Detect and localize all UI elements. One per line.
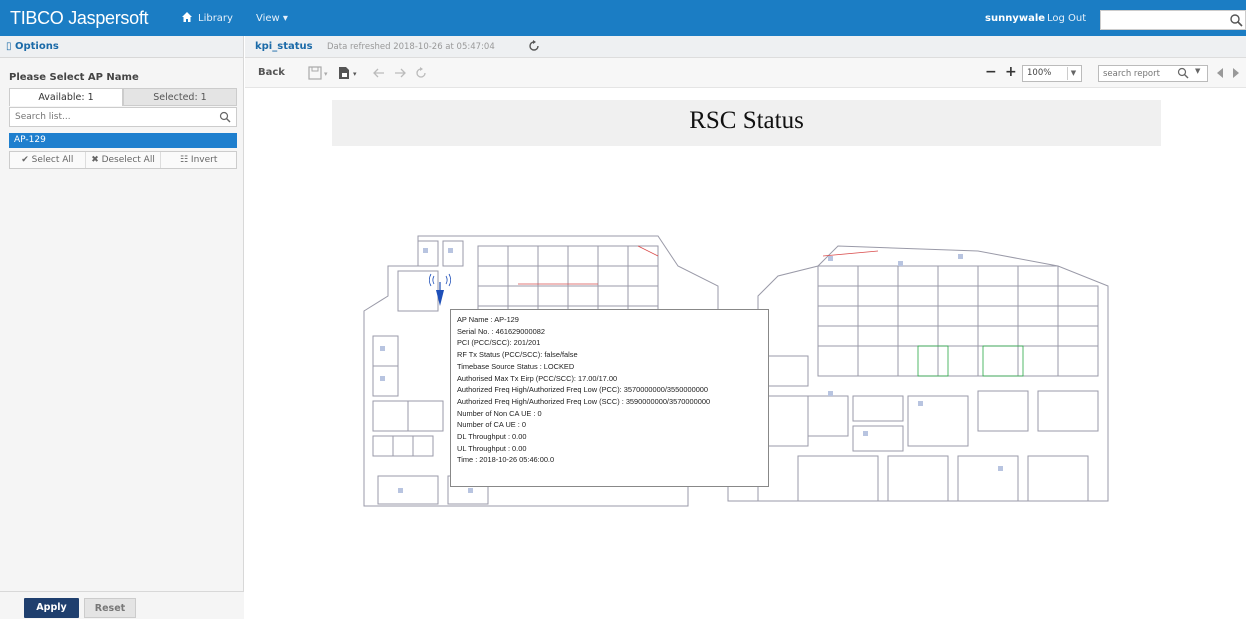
report-toolbar: Back ▾ ▾ − + 100% ▼ search report ▼ bbox=[245, 58, 1246, 88]
prev-match-icon[interactable] bbox=[1216, 68, 1224, 78]
search-list-field[interactable] bbox=[9, 107, 237, 127]
global-search-input[interactable] bbox=[1100, 10, 1246, 30]
report-viewer: kpi_status Data refreshed 2018-10-26 at … bbox=[245, 36, 1246, 619]
save-dropdown-icon[interactable]: ▾ bbox=[324, 70, 328, 78]
tab-selected[interactable]: Selected: 1 bbox=[123, 88, 237, 106]
zoom-value: 100% bbox=[1027, 68, 1052, 78]
back-button[interactable]: Back bbox=[258, 67, 285, 78]
tooltip-line: DL Throughput : 0.00 bbox=[457, 432, 527, 442]
tab-available[interactable]: Available: 1 bbox=[9, 88, 123, 106]
tooltip-line: Authorized Freq High/Authorized Freq Low… bbox=[457, 396, 711, 406]
invert-button[interactable]: ☷ Invert bbox=[161, 152, 236, 168]
search-icon[interactable] bbox=[1229, 13, 1243, 27]
report-header: kpi_status Data refreshed 2018-10-26 at … bbox=[245, 36, 1246, 58]
save-icon[interactable] bbox=[308, 66, 322, 80]
select-all-button[interactable]: ✔ Select All bbox=[10, 152, 86, 168]
tooltip-line: Number of CA UE : 0 bbox=[457, 420, 527, 430]
redo-icon[interactable] bbox=[393, 66, 407, 80]
list-actions: ✔ Select All ✖ Deselect All ☷ Invert bbox=[9, 151, 237, 169]
ap-details-tooltip: AP Name : AP-129 Serial No. : 4616290000… bbox=[450, 309, 769, 487]
tooltip-line: Timebase Source Status : LOCKED bbox=[457, 361, 575, 371]
report-title: RSC Status bbox=[332, 100, 1161, 146]
top-navigation-bar: TIBCO Jaspersoft Library View ▾ sunnywal… bbox=[0, 0, 1246, 36]
tooltip-line: Serial No. : 461629000082 bbox=[457, 326, 545, 336]
search-icon[interactable] bbox=[219, 111, 231, 123]
tooltip-line: Number of Non CA UE : 0 bbox=[457, 408, 542, 418]
user-name-link[interactable]: sunnywale bbox=[985, 13, 1045, 24]
report-search-input[interactable] bbox=[1099, 66, 1171, 82]
tooltip-line: UL Throughput : 0.00 bbox=[457, 443, 527, 453]
logout-link[interactable]: Log Out bbox=[1047, 13, 1086, 24]
apply-button[interactable]: Apply bbox=[24, 598, 79, 618]
deselect-all-button[interactable]: ✖ Deselect All bbox=[86, 152, 162, 168]
ap-name-label: Please Select AP Name bbox=[9, 72, 139, 83]
undo-icon[interactable] bbox=[372, 66, 386, 80]
zoom-out-button[interactable]: − bbox=[985, 64, 997, 80]
refresh-status: Data refreshed 2018-10-26 at 05:47:04 bbox=[327, 42, 495, 52]
nav-view-menu[interactable]: View ▾ bbox=[256, 13, 288, 24]
export-dropdown-icon[interactable]: ▾ bbox=[353, 70, 357, 78]
tooltip-line: Authorized Freq High/Authorized Freq Low… bbox=[457, 385, 709, 395]
jaspersoft-logo[interactable]: TIBCO Jaspersoft bbox=[10, 8, 149, 29]
reset-view-icon[interactable] bbox=[414, 66, 428, 80]
report-name: kpi_status bbox=[255, 41, 313, 52]
zoom-select[interactable]: 100% ▼ bbox=[1022, 65, 1082, 82]
tooltip-line: Time : 2018-10-26 05:46:00.0 bbox=[457, 455, 555, 465]
tooltip-line: PCI (PCC/SCC): 201/201 bbox=[457, 338, 541, 348]
list-tabs: Available: 1 Selected: 1 bbox=[9, 88, 237, 106]
report-search-field[interactable]: ▼ bbox=[1098, 65, 1208, 82]
search-icon[interactable] bbox=[1177, 67, 1189, 79]
next-match-icon[interactable] bbox=[1232, 68, 1240, 78]
tooltip-line: Authorised Max Tx Eirp (PCC/SCC): 17.00/… bbox=[457, 373, 618, 383]
options-panel: ▯ Options Please Select AP Name Availabl… bbox=[0, 36, 244, 619]
export-icon[interactable] bbox=[337, 66, 351, 80]
zoom-in-button[interactable]: + bbox=[1005, 64, 1017, 80]
tooltip-line: RF Tx Status (PCC/SCC): false/false bbox=[457, 350, 578, 360]
chevron-down-icon[interactable]: ▼ bbox=[1067, 67, 1079, 80]
list-item[interactable]: AP-129 bbox=[9, 133, 237, 148]
tooltip-line: AP Name : AP-129 bbox=[457, 315, 519, 324]
access-point-icon[interactable] bbox=[429, 273, 451, 306]
search-options-icon[interactable]: ▼ bbox=[1195, 67, 1205, 80]
options-title: Options bbox=[14, 41, 59, 52]
refresh-icon[interactable] bbox=[528, 40, 540, 52]
options-header[interactable]: ▯ Options bbox=[0, 36, 243, 58]
home-icon[interactable] bbox=[182, 12, 192, 22]
reset-button[interactable]: Reset bbox=[84, 598, 136, 618]
nav-library-link[interactable]: Library bbox=[198, 13, 233, 24]
panel-footer: Apply Reset bbox=[0, 591, 244, 619]
search-list-input[interactable] bbox=[10, 108, 200, 126]
